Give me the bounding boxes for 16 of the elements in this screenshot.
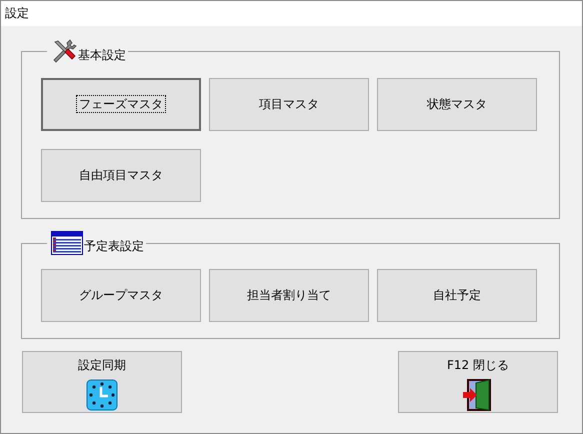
- master-button[interactable]: 状態マスタ: [377, 78, 537, 131]
- master-button[interactable]: 担当者割り当て: [209, 269, 369, 322]
- tools-icon: [51, 38, 77, 64]
- master-button[interactable]: フェーズマスタ: [41, 78, 201, 131]
- master-button[interactable]: 自社予定: [377, 269, 537, 322]
- clock-icon: [86, 379, 118, 411]
- close-button[interactable]: F12 閉じる: [398, 351, 558, 413]
- group-title: 基本設定: [78, 47, 126, 64]
- master-button[interactable]: グループマスタ: [41, 269, 201, 322]
- exit-door-icon: [462, 379, 494, 411]
- group-title: 予定表設定: [84, 238, 144, 255]
- calendar-icon: [51, 231, 83, 255]
- master-button[interactable]: 自由項目マスタ: [41, 149, 201, 202]
- window-title: 設定: [5, 5, 29, 22]
- sync-button[interactable]: 設定同期: [22, 351, 182, 413]
- master-button[interactable]: 項目マスタ: [209, 78, 369, 131]
